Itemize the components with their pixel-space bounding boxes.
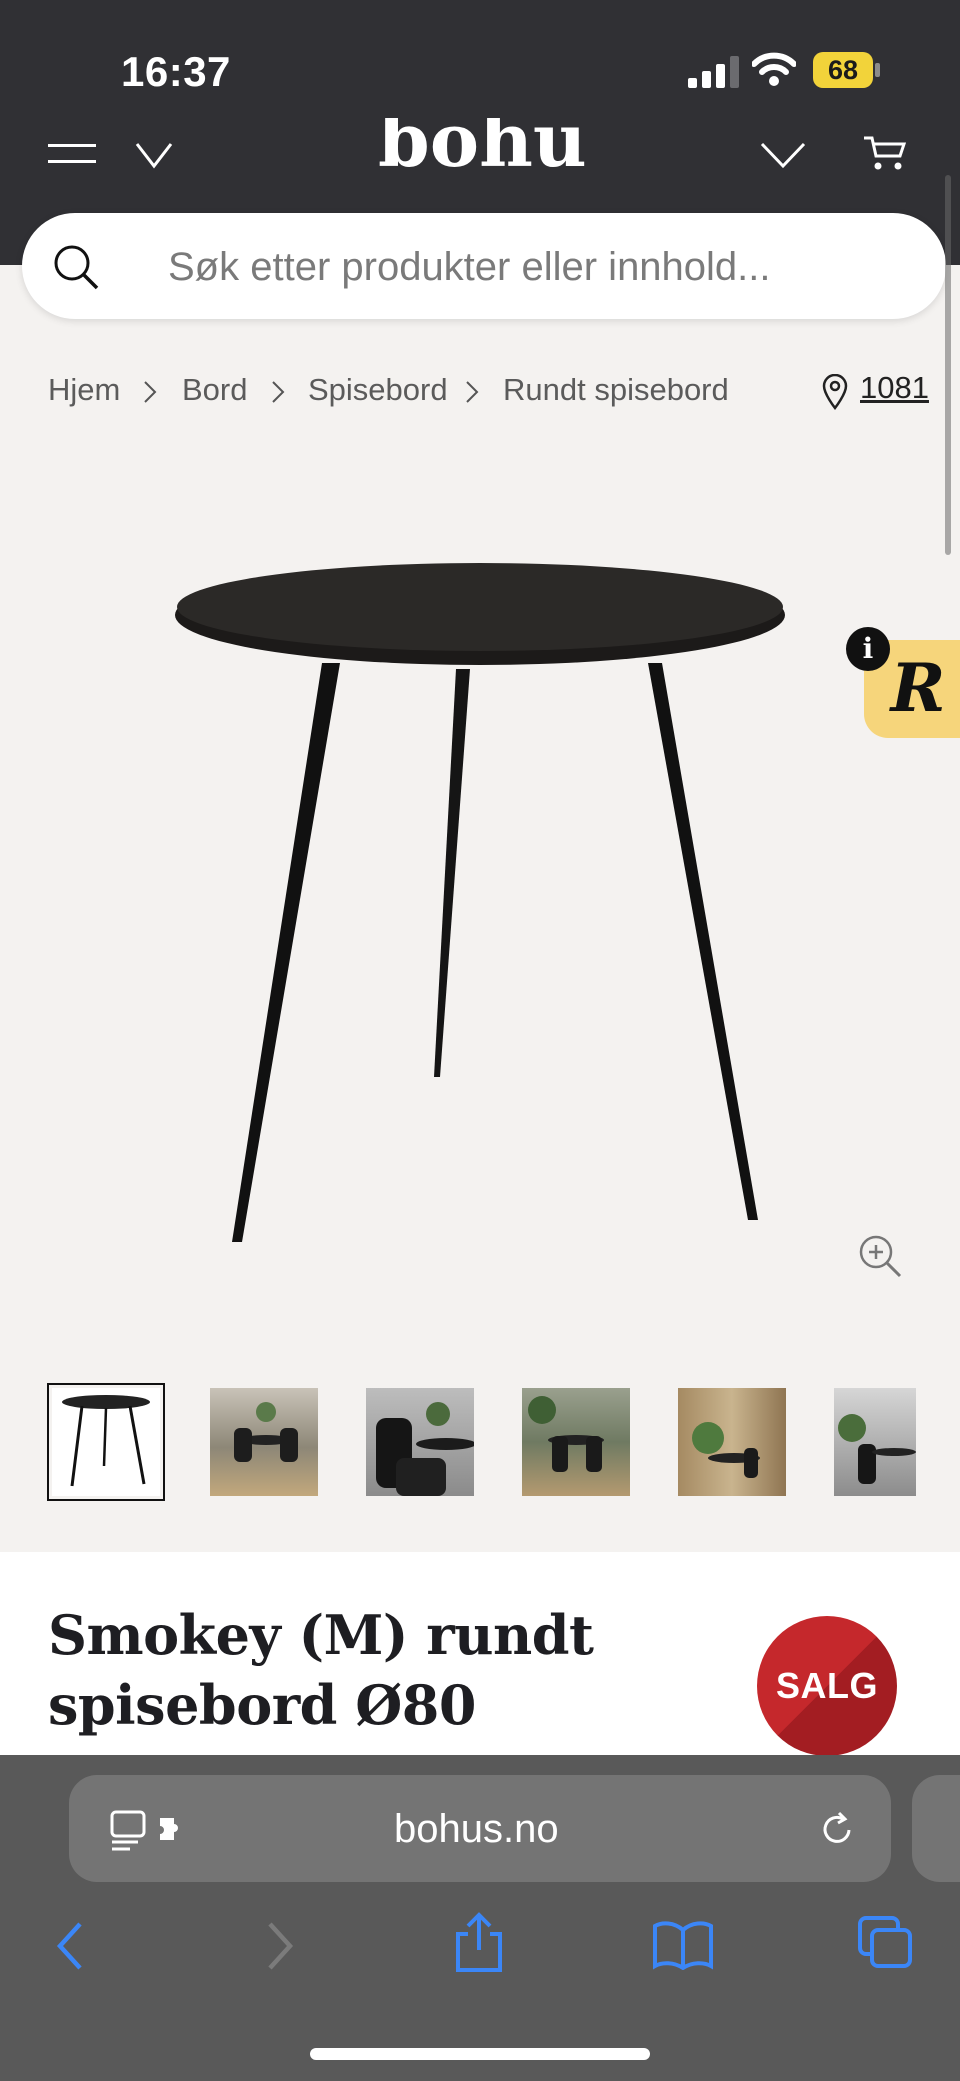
forward-icon[interactable] (264, 1920, 296, 1972)
bookmarks-icon[interactable] (652, 1920, 714, 1970)
postal-code-link[interactable]: 1081 (860, 370, 929, 406)
chevron-right-icon (144, 381, 157, 403)
scrollbar[interactable] (945, 175, 951, 555)
account-chevron-icon[interactable] (760, 138, 806, 172)
cellular-signal-icon (688, 56, 739, 88)
thumbnail[interactable] (47, 1383, 165, 1501)
thumbnail[interactable] (366, 1388, 474, 1496)
sale-badge: SALG (757, 1616, 897, 1756)
thumbnail[interactable] (210, 1388, 318, 1496)
url-text[interactable]: bohus.no (394, 1807, 559, 1852)
battery-cap (875, 63, 880, 77)
battery-indicator: 68 (813, 52, 873, 88)
product-image[interactable] (160, 545, 800, 1245)
zoom-in-icon[interactable] (856, 1232, 904, 1280)
thumbnail-room-image (692, 1422, 760, 1478)
thumbnail-room-image (234, 1402, 298, 1462)
review-widget-letter: R (890, 649, 946, 727)
search-icon[interactable] (52, 243, 100, 291)
site-logo[interactable]: bohus (378, 118, 588, 176)
thumbnail-table-image (62, 1395, 150, 1487)
chevron-right-icon (466, 381, 479, 403)
back-icon[interactable] (54, 1920, 86, 1972)
wifi-icon (752, 52, 796, 86)
thumbnail-room-image (838, 1414, 916, 1484)
chevron-down-icon[interactable] (134, 138, 174, 172)
cart-icon[interactable] (862, 132, 906, 172)
breadcrumb-item-hjem[interactable]: Hjem (48, 372, 120, 408)
status-time: 16:37 (121, 48, 231, 95)
product-title-line: Smokey (M) rundt (48, 1603, 594, 1667)
info-icon[interactable]: i (846, 627, 890, 671)
location-pin-icon (822, 374, 848, 410)
breadcrumb-item-spisebord[interactable]: Spisebord (308, 372, 448, 408)
next-tab-preview[interactable] (912, 1775, 960, 1882)
chevron-right-icon (272, 381, 285, 403)
thumbnail[interactable] (678, 1388, 786, 1496)
search-input[interactable]: Søk etter produkter eller innhold... (168, 245, 771, 290)
product-title: Smokey (M) rundt spisebord Ø80 (48, 1600, 648, 1740)
tabs-icon[interactable] (856, 1914, 916, 1970)
menu-icon[interactable] (48, 140, 96, 166)
breadcrumb-item-bord[interactable]: Bord (182, 372, 247, 408)
thumbnail-chair-image (376, 1402, 474, 1496)
share-icon[interactable] (452, 1912, 506, 1974)
page-menu-icon[interactable] (108, 1808, 204, 1852)
breadcrumb-item-rundt-spisebord[interactable]: Rundt spisebord (503, 372, 729, 408)
thumbnail[interactable] (522, 1388, 630, 1496)
thumbnail[interactable] (834, 1388, 916, 1496)
thumbnail-room-image (528, 1396, 604, 1472)
reload-icon[interactable] (817, 1810, 857, 1850)
product-title-line: spisebord Ø80 (48, 1673, 476, 1737)
home-indicator (310, 2048, 650, 2060)
